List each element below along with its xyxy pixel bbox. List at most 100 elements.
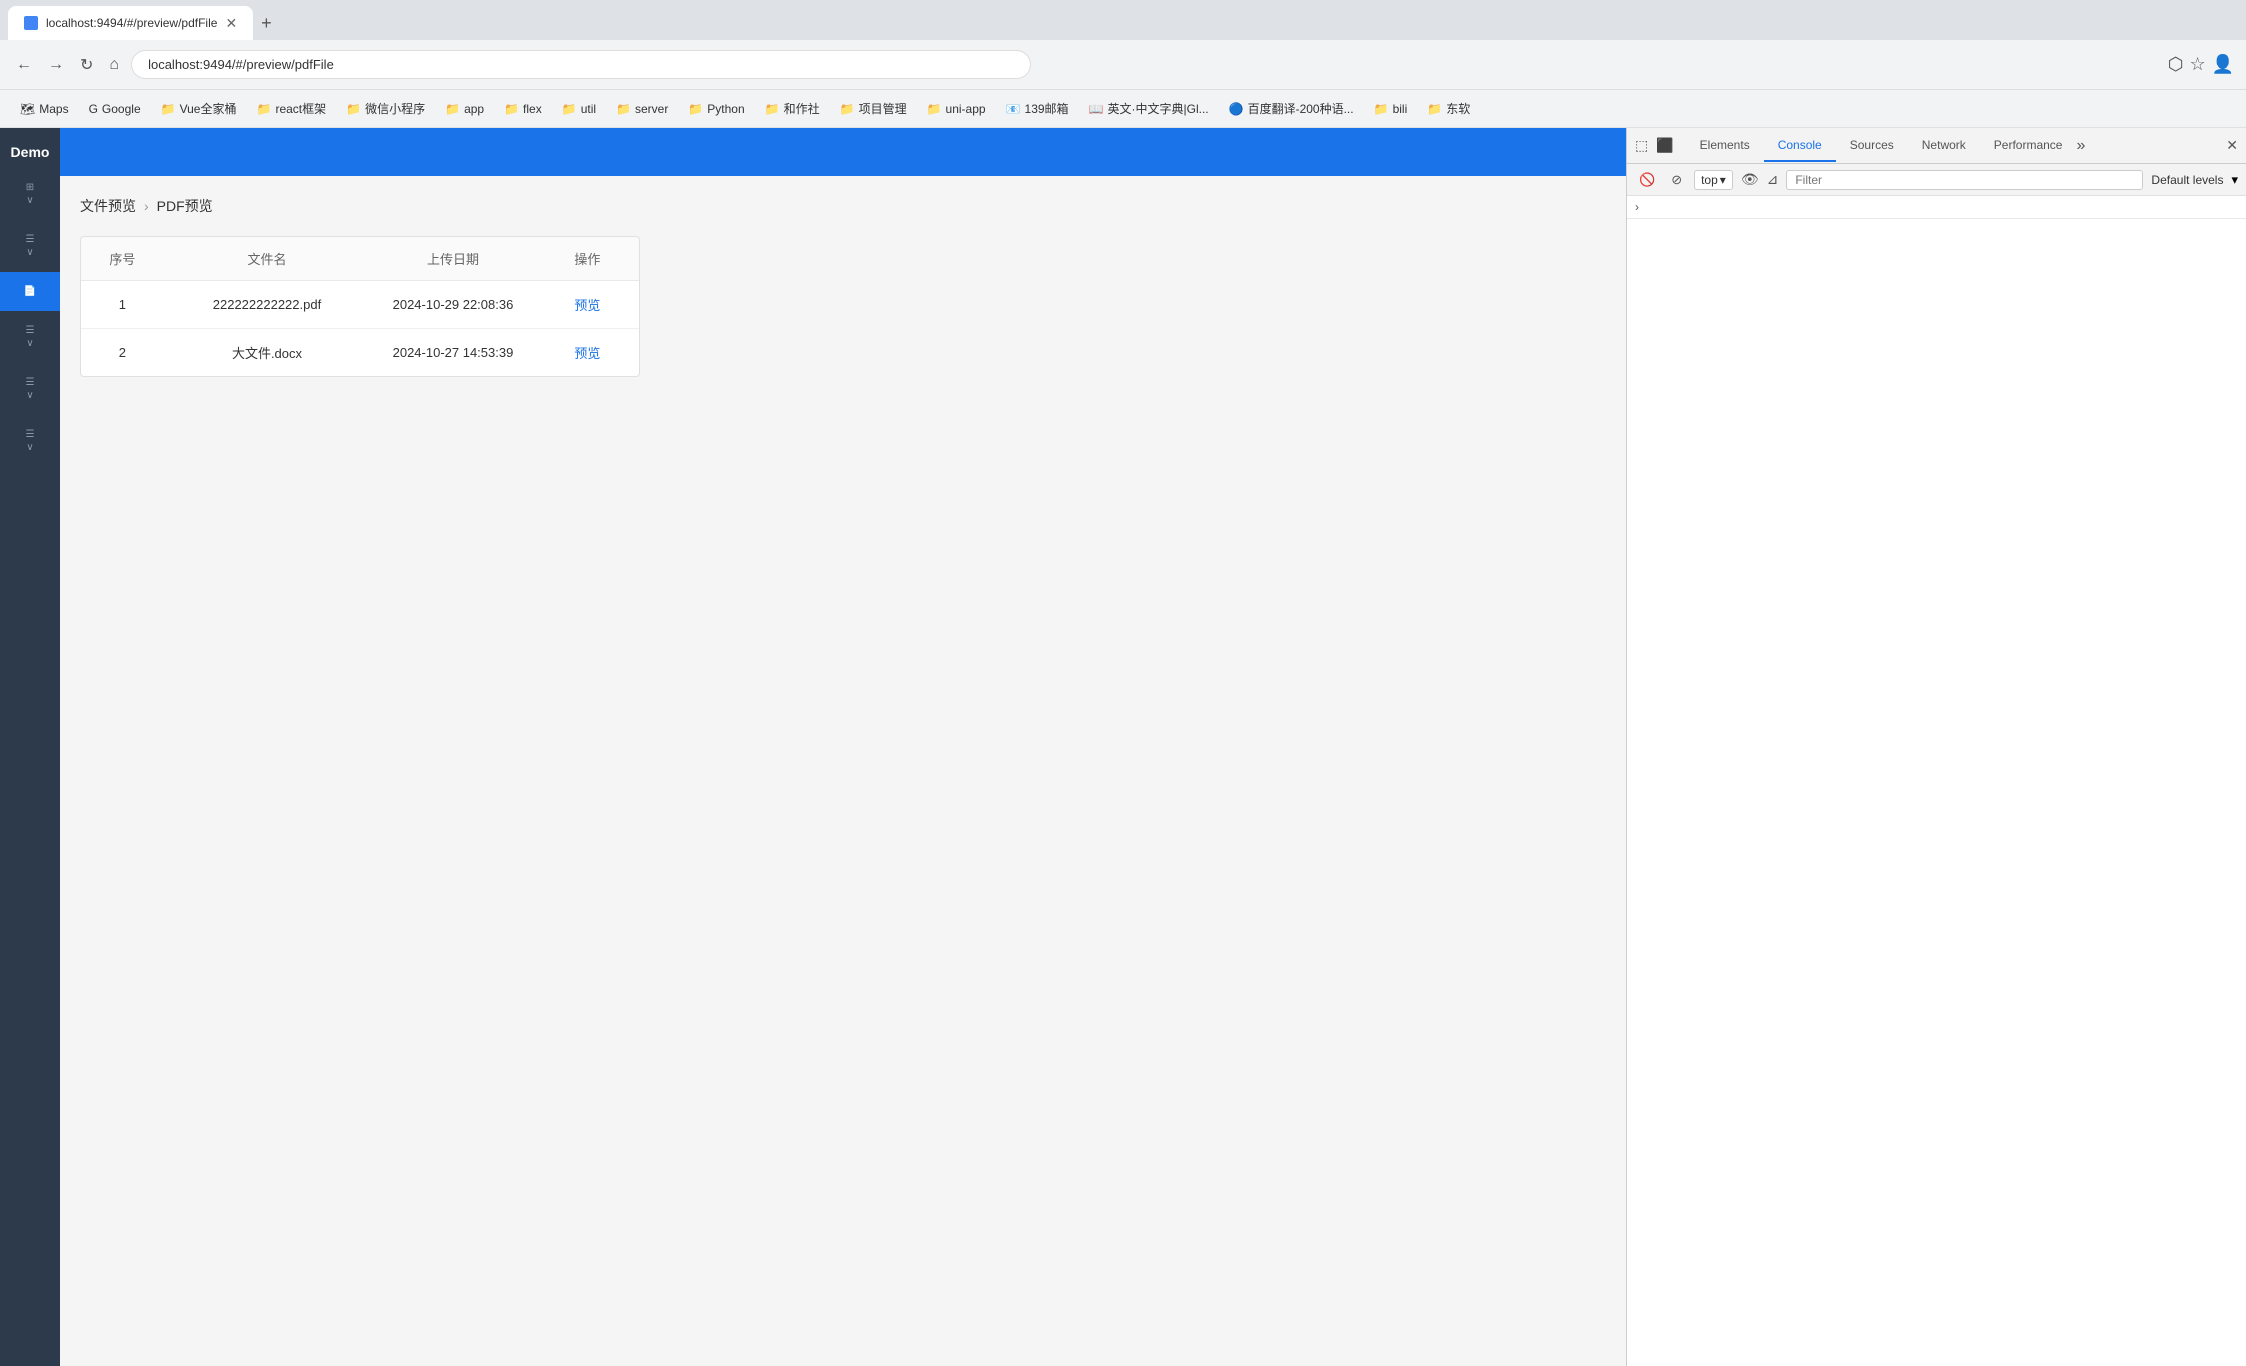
back-button[interactable]: ← bbox=[12, 52, 36, 78]
app-logo: Demo bbox=[7, 136, 54, 168]
chevron-right-icon: › bbox=[1635, 200, 1639, 214]
bookmark-label: 百度翻译-200种语... bbox=[1248, 100, 1354, 117]
new-tab-button[interactable]: + bbox=[253, 6, 280, 40]
preview-link[interactable]: 预览 bbox=[574, 298, 600, 313]
bookmark-label: server bbox=[635, 102, 668, 116]
app-header bbox=[60, 128, 1626, 176]
sidebar-icon-3: 📄 bbox=[24, 286, 36, 297]
devtools-split-icon[interactable]: ⬛ bbox=[1656, 137, 1673, 154]
bookmark-139mail[interactable]: 📧 139邮箱 bbox=[998, 96, 1077, 121]
bookmark-app[interactable]: 📁 app bbox=[437, 98, 492, 120]
console-filter-toggle[interactable]: ⊘ bbox=[1667, 170, 1686, 190]
bookmark-star-icon[interactable]: ☆ bbox=[2189, 54, 2205, 75]
browser-tab[interactable]: localhost:9494/#/preview/pdfFile ✕ bbox=[8, 6, 253, 40]
bookmark-python[interactable]: 📁 Python bbox=[680, 98, 752, 120]
browser-window: localhost:9494/#/preview/pdfFile ✕ + ← →… bbox=[0, 0, 2246, 1366]
folder-icon: 📁 bbox=[1427, 102, 1442, 116]
col-header-date: 上传日期 bbox=[370, 237, 535, 281]
col-header-action: 操作 bbox=[536, 237, 639, 281]
bookmark-vue[interactable]: 📁 Vue全家桶 bbox=[153, 96, 245, 121]
cell-action: 预览 bbox=[536, 329, 639, 377]
cell-id: 1 bbox=[81, 281, 164, 329]
home-button[interactable]: ⌂ bbox=[105, 52, 123, 78]
folder-icon: 📁 bbox=[504, 102, 519, 116]
cast-icon[interactable]: ⬡ bbox=[2168, 54, 2184, 75]
devtools-tab-sources[interactable]: Sources bbox=[1836, 130, 1908, 162]
bookmark-label: Maps bbox=[39, 102, 68, 116]
app-sidebar: Demo ⊞ ∨ ☰ ∨ 📄 ☰ ∨ ☰ ∨ ☰ ∨ bbox=[0, 128, 60, 1366]
preview-link[interactable]: 预览 bbox=[574, 346, 600, 361]
bookmark-dongsoft[interactable]: 📁 东软 bbox=[1419, 96, 1478, 121]
bookmark-label: Google bbox=[102, 102, 141, 116]
folder-icon: 📁 bbox=[445, 102, 460, 116]
folder-icon: 📁 bbox=[257, 102, 272, 116]
sidebar-item-5[interactable]: ☰ ∨ bbox=[0, 363, 60, 415]
table-row: 2 大文件.docx 2024-10-27 14:53:39 预览 bbox=[81, 329, 639, 377]
bookmark-project[interactable]: 📁 项目管理 bbox=[832, 96, 915, 121]
bookmark-react[interactable]: 📁 react框架 bbox=[249, 96, 335, 121]
breadcrumb-current: PDF预览 bbox=[157, 196, 213, 216]
devtools-tab-elements[interactable]: Elements bbox=[1686, 130, 1764, 162]
eye-icon[interactable]: 👁 bbox=[1741, 171, 1759, 188]
reload-button[interactable]: ↻ bbox=[76, 51, 97, 79]
address-bar: ← → ↻ ⌂ ⬡ ☆ 👤 bbox=[0, 40, 2246, 90]
tab-close-button[interactable]: ✕ bbox=[225, 15, 237, 32]
folder-icon: 📁 bbox=[346, 102, 361, 116]
sidebar-item-1[interactable]: ⊞ ∨ bbox=[0, 168, 60, 220]
top-context-selector[interactable]: top ▾ bbox=[1694, 170, 1733, 190]
bookmark-label: flex bbox=[523, 102, 542, 116]
bookmark-util[interactable]: 📁 util bbox=[554, 98, 604, 120]
console-filter-input[interactable] bbox=[1786, 170, 2143, 190]
bookmark-dict[interactable]: 📖 英文·中文字典|Gl... bbox=[1081, 96, 1217, 121]
devtools-tab-performance[interactable]: Performance bbox=[1980, 130, 2077, 162]
app-content: 文件预览 › PDF预览 序号 文件名 上传日期 操作 bbox=[60, 128, 1626, 1366]
bookmark-baidu[interactable]: 🔵 百度翻译-200种语... bbox=[1221, 96, 1362, 121]
bookmark-maps[interactable]: 🗺 Maps bbox=[12, 98, 77, 120]
bookmark-server[interactable]: 📁 server bbox=[608, 98, 676, 120]
breadcrumb-root[interactable]: 文件预览 bbox=[80, 196, 136, 216]
sidebar-chevron-1: ∨ bbox=[26, 195, 33, 206]
sidebar-chevron-4: ∨ bbox=[26, 338, 33, 349]
sidebar-icon-6: ☰ bbox=[26, 429, 35, 440]
bookmark-hezuoshe[interactable]: 📁 和作社 bbox=[757, 96, 828, 121]
address-input[interactable] bbox=[131, 50, 1031, 79]
sidebar-item-3[interactable]: 📄 bbox=[0, 272, 60, 311]
chevron-down-icon-levels[interactable]: ▾ bbox=[2231, 172, 2238, 188]
devtools-tab-bar: Elements Console Sources Network Perform… bbox=[1686, 130, 2223, 162]
tab-title: localhost:9494/#/preview/pdfFile bbox=[46, 16, 217, 30]
bookmark-bili[interactable]: 📁 bili bbox=[1366, 98, 1416, 120]
devtools-dock-icon[interactable]: ⬚ bbox=[1635, 137, 1648, 154]
bookmark-uniapp[interactable]: 📁 uni-app bbox=[919, 98, 994, 120]
cell-filename: 222222222222.pdf bbox=[164, 281, 371, 329]
sidebar-item-6[interactable]: ☰ ∨ bbox=[0, 415, 60, 467]
forward-button[interactable]: → bbox=[44, 52, 68, 78]
folder-icon: 📁 bbox=[688, 102, 703, 116]
devtools-panel: ⬚ ⬛ Elements Console Sources Network Per… bbox=[1626, 128, 2246, 1366]
default-levels-label[interactable]: Default levels bbox=[2151, 173, 2223, 187]
bookmark-label: Python bbox=[707, 102, 744, 116]
filter-icon[interactable]: ⊿ bbox=[1767, 171, 1779, 188]
folder-icon: 📁 bbox=[562, 102, 577, 116]
bookmark-label: util bbox=[581, 102, 596, 116]
bookmark-flex[interactable]: 📁 flex bbox=[496, 98, 550, 120]
console-toolbar: 🚫 ⊘ top ▾ 👁 ⊿ Default levels ▾ bbox=[1627, 164, 2246, 196]
dict-icon: 📖 bbox=[1089, 102, 1104, 116]
devtools-tab-console[interactable]: Console bbox=[1764, 130, 1836, 162]
bookmark-wechat[interactable]: 📁 微信小程序 bbox=[338, 96, 433, 121]
sidebar-item-2[interactable]: ☰ ∨ bbox=[0, 220, 60, 272]
devtools-more-tabs[interactable]: » bbox=[2076, 137, 2085, 155]
main-area: Demo ⊞ ∨ ☰ ∨ 📄 ☰ ∨ ☰ ∨ ☰ ∨ bbox=[0, 128, 2246, 1366]
email-icon: 📧 bbox=[1006, 102, 1021, 116]
bookmark-label: Vue全家桶 bbox=[180, 100, 237, 117]
console-clear-button[interactable]: 🚫 bbox=[1635, 170, 1659, 190]
top-context-label: top bbox=[1701, 173, 1718, 187]
google-icon: G bbox=[89, 102, 98, 116]
devtools-close-icon[interactable]: ✕ bbox=[2226, 137, 2238, 154]
bookmark-google[interactable]: G Google bbox=[81, 98, 149, 120]
sidebar-item-4[interactable]: ☰ ∨ bbox=[0, 311, 60, 363]
devtools-tab-network[interactable]: Network bbox=[1908, 130, 1980, 162]
console-body bbox=[1627, 219, 2246, 1366]
col-header-filename: 文件名 bbox=[164, 237, 371, 281]
profile-icon[interactable]: 👤 bbox=[2212, 54, 2234, 75]
folder-icon: 📁 bbox=[765, 102, 780, 116]
